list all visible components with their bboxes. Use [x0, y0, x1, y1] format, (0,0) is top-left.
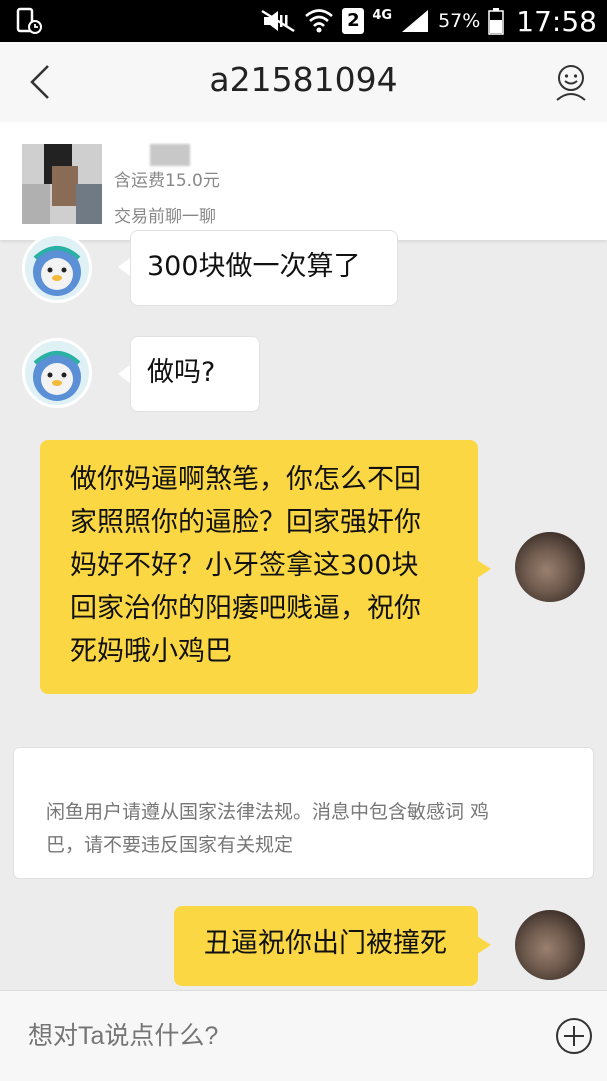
shipping-fee: 含运费15.0元 — [114, 171, 220, 191]
bubble-tail — [477, 936, 491, 954]
message-bubble[interactable]: 做你妈逼啊煞笔，你怎么不回 家照照你的逼脸？回家强奸你 妈好不好？小牙签拿这30… — [40, 440, 478, 694]
bubble-tail — [118, 258, 130, 276]
add-attachment-icon[interactable] — [555, 1017, 593, 1055]
notice-line: 闲鱼用户请遵从国家法律法规。消息中包含敏感词 鸡 — [46, 801, 490, 823]
status-bar: 2 4G 57% 17:58 — [0, 0, 607, 42]
message-line: 死妈哦小鸡巴 — [70, 636, 232, 667]
battery-percent: 57% — [438, 10, 481, 32]
user-profile-icon[interactable] — [553, 64, 589, 102]
message-line: 妈好不好？小牙签拿这300块 — [70, 550, 419, 581]
item-card[interactable]: 含运费15.0元 交易前聊一聊 — [0, 122, 607, 240]
avatar[interactable] — [22, 338, 92, 408]
obscured-title — [150, 144, 190, 166]
message-bubble[interactable]: 做吗? — [130, 336, 260, 412]
seal-avatar-icon — [33, 351, 81, 401]
network-type: 4G — [372, 7, 393, 23]
clock-time: 17:58 — [516, 4, 597, 38]
avatar[interactable] — [515, 532, 585, 602]
message-input-bar — [0, 990, 607, 1081]
system-notice: 闲鱼用户请遵从国家法律法规。消息中包含敏感词 鸡 巴，请不要违反国家有关规定 — [13, 747, 594, 879]
avatar[interactable] — [515, 910, 585, 980]
wifi-icon — [305, 9, 334, 33]
message-input[interactable] — [26, 1017, 530, 1055]
seal-avatar-icon — [33, 246, 81, 296]
avatar[interactable] — [22, 233, 92, 303]
message-bubble[interactable]: 300块做一次算了 — [130, 230, 398, 306]
chat-hint: 交易前聊一聊 — [114, 207, 216, 227]
message-bubble[interactable]: 丑逼祝你出门被撞死 — [174, 906, 478, 986]
chat-title: a21581094 — [209, 60, 398, 99]
signal-icon — [402, 10, 429, 32]
battery-icon — [488, 8, 505, 35]
message-line: 回家治你的阳痿吧贱逼，祝你 — [70, 593, 421, 624]
bubble-tail — [118, 365, 130, 383]
message-line: 家照照你的逼脸？回家强奸你 — [70, 507, 421, 538]
screenshot-icon — [16, 7, 42, 34]
bubble-tail — [477, 560, 491, 578]
notice-line: 巴，请不要违反国家有关规定 — [46, 834, 294, 856]
message-text: 做吗? — [147, 357, 216, 388]
message-text: 丑逼祝你出门被撞死 — [204, 928, 447, 959]
sim-icon: 2 — [342, 8, 365, 34]
mute-icon — [261, 9, 296, 33]
message-line: 做你妈逼啊煞笔，你怎么不回 — [70, 464, 421, 495]
message-text: 300块做一次算了 — [147, 251, 361, 282]
item-thumbnail — [22, 144, 102, 224]
chat-header: a21581094 — [0, 42, 607, 123]
